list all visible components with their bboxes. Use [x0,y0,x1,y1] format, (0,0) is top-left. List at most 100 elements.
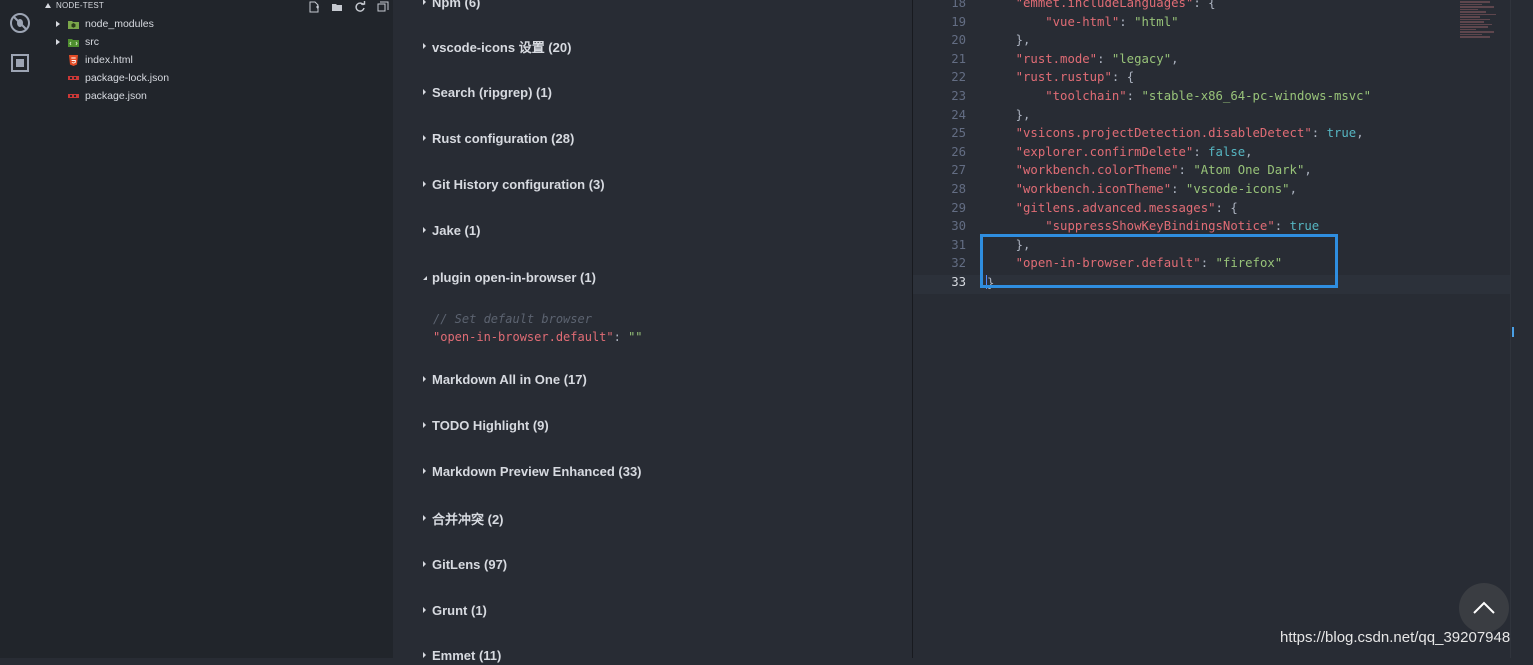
settings-snippet[interactable]: // Set default browser "open-in-browser.… [433,312,643,348]
code-text: "emmet.includeLanguages": { [986,0,1216,10]
json-key: "vue-html" [1045,14,1120,29]
new-file-icon[interactable] [307,1,320,14]
line-number: 19 [951,14,966,29]
code-line[interactable]: 25 "vsicons.projectDetection.disableDete… [913,126,1510,145]
tree-item-node-modules[interactable]: node_modules [40,16,393,34]
json-key: "vsicons.projectDetection.disableDetect" [1015,126,1312,141]
tree-item-label: package.json [85,90,147,102]
code-line[interactable]: 18 "emmet.includeLanguages": { [913,0,1510,15]
settings-section-markdown-all-in-one[interactable]: Markdown All in One (17) [423,369,587,389]
settings-section-search[interactable]: Search (ripgrep) (1) [423,82,552,102]
tree-item-label: node_modules [85,18,154,30]
highlight-annotation-box [980,234,1338,288]
tree-item-package-lock-json[interactable]: package-lock.json [40,70,393,88]
settings-section-git-history[interactable]: Git History configuration (3) [423,174,605,194]
npm-icon [68,91,79,102]
src-folder-icon [68,37,79,48]
explorer-header[interactable]: NODE-TEST [40,0,393,14]
chevron-right-icon [423,468,426,474]
snippet-comment: // Set default browser [433,312,592,326]
section-label: Markdown Preview Enhanced (33) [432,463,642,479]
back-to-top-button[interactable] [1459,583,1509,633]
code-text: "workbench.iconTheme": "vscode-icons", [986,182,1297,196]
settings-section-jake[interactable]: Jake (1) [423,220,480,240]
json-colon: : [1311,126,1327,141]
chevron-right-icon [423,135,426,141]
code-line[interactable]: 28 "workbench.iconTheme": "vscode-icons"… [913,182,1510,201]
node-folder-icon [68,19,79,30]
code-line[interactable]: 27 "workbench.colorTheme": "Atom One Dar… [913,163,1510,182]
settings-section-vscode-icons[interactable]: vscode-icons 设置 (20) [423,36,571,56]
json-colon: : [1111,70,1127,85]
line-number: 32 [951,256,966,271]
html5-icon [68,55,79,66]
json-value: }, [1015,107,1031,122]
settings-section-markdown-preview-enhanced[interactable]: Markdown Preview Enhanced (33) [423,461,642,481]
code-text: "rust.rustup": { [986,70,1134,84]
settings-section-grunt[interactable]: Grunt (1) [423,600,487,620]
chevron-right-icon [423,0,426,5]
code-line[interactable]: 22 "rust.rustup": { [913,70,1510,89]
chevron-right-icon [423,515,426,521]
extensions-icon[interactable] [9,52,31,74]
code-text: "toolchain": "stable-x86_64-pc-windows-m… [986,89,1371,103]
settings-section-todo-highlight[interactable]: TODO Highlight (9) [423,415,549,435]
new-folder-icon[interactable] [330,1,343,14]
settings-section-emmet[interactable]: Emmet (11) [423,645,501,665]
code-line[interactable]: 21 "rust.mode": "legacy", [913,52,1510,71]
settings-json-editor[interactable]: 18 "emmet.includeLanguages": {19 "vue-ht… [913,0,1510,658]
json-comma: , [1356,126,1364,141]
json-value: "legacy" [1111,51,1172,66]
refresh-icon[interactable] [353,1,366,14]
snippet-line: "open-in-browser.default": "" [433,330,643,348]
section-label: Emmet (11) [432,647,502,663]
settings-section-merge-conflict[interactable]: 合并冲突 (2) [423,508,504,528]
chevron-right-icon [423,607,426,613]
tree-item-label: index.html [85,54,133,66]
section-label: Markdown All in One (17) [432,371,587,387]
code-line[interactable]: 24 }, [913,108,1510,127]
section-label: Rust configuration (28) [432,130,575,146]
code-line[interactable]: 19 "vue-html": "html" [913,15,1510,34]
code-line[interactable]: 20 }, [913,33,1510,52]
json-key: "suppressShowKeyBindingsNotice" [1045,219,1275,234]
json-key: "rust.rustup" [1015,70,1112,85]
settings-section-open-in-browser[interactable]: plugin open-in-browser (1) [423,267,596,287]
tree-item-label: src [85,36,99,48]
code-line[interactable]: 23 "toolchain": "stable-x86_64-pc-window… [913,89,1510,108]
line-number: 21 [951,51,966,66]
code-text: "explorer.confirmDelete": false, [986,145,1253,159]
chevron-right-icon [56,21,60,27]
line-number: 18 [951,0,966,10]
settings-panel: Npm (6) vscode-icons 设置 (20) Search (rip… [393,0,912,663]
settings-section-npm[interactable]: Npm (6) [423,0,480,12]
line-number: 33 [951,275,966,289]
json-key: "gitlens.advanced.messages" [1015,200,1216,215]
code-text: "suppressShowKeyBindingsNotice": true [986,219,1319,233]
tree-item-index-html[interactable]: index.html [40,52,393,70]
tree-item-package-json[interactable]: package.json [40,88,393,106]
npm-icon [68,73,79,84]
section-label: TODO Highlight (9) [432,417,549,433]
collapse-all-icon[interactable] [376,1,389,14]
json-value: "html" [1134,14,1179,29]
settings-section-gitlens[interactable]: GitLens (97) [423,554,507,574]
minimap[interactable] [1460,0,1500,60]
section-label: plugin open-in-browser (1) [432,269,596,285]
tree-item-src[interactable]: src [40,34,393,52]
json-value: }, [1015,33,1031,48]
settings-section-rust[interactable]: Rust configuration (28) [423,128,574,148]
line-number: 26 [951,144,966,159]
json-comma: , [1245,144,1253,159]
code-line[interactable]: 29 "gitlens.advanced.messages": { [913,201,1510,220]
json-value: true [1289,219,1320,234]
code-line[interactable]: 26 "explorer.confirmDelete": false, [913,145,1510,164]
section-label: GitLens (97) [432,556,508,572]
debug-icon[interactable] [9,12,31,34]
